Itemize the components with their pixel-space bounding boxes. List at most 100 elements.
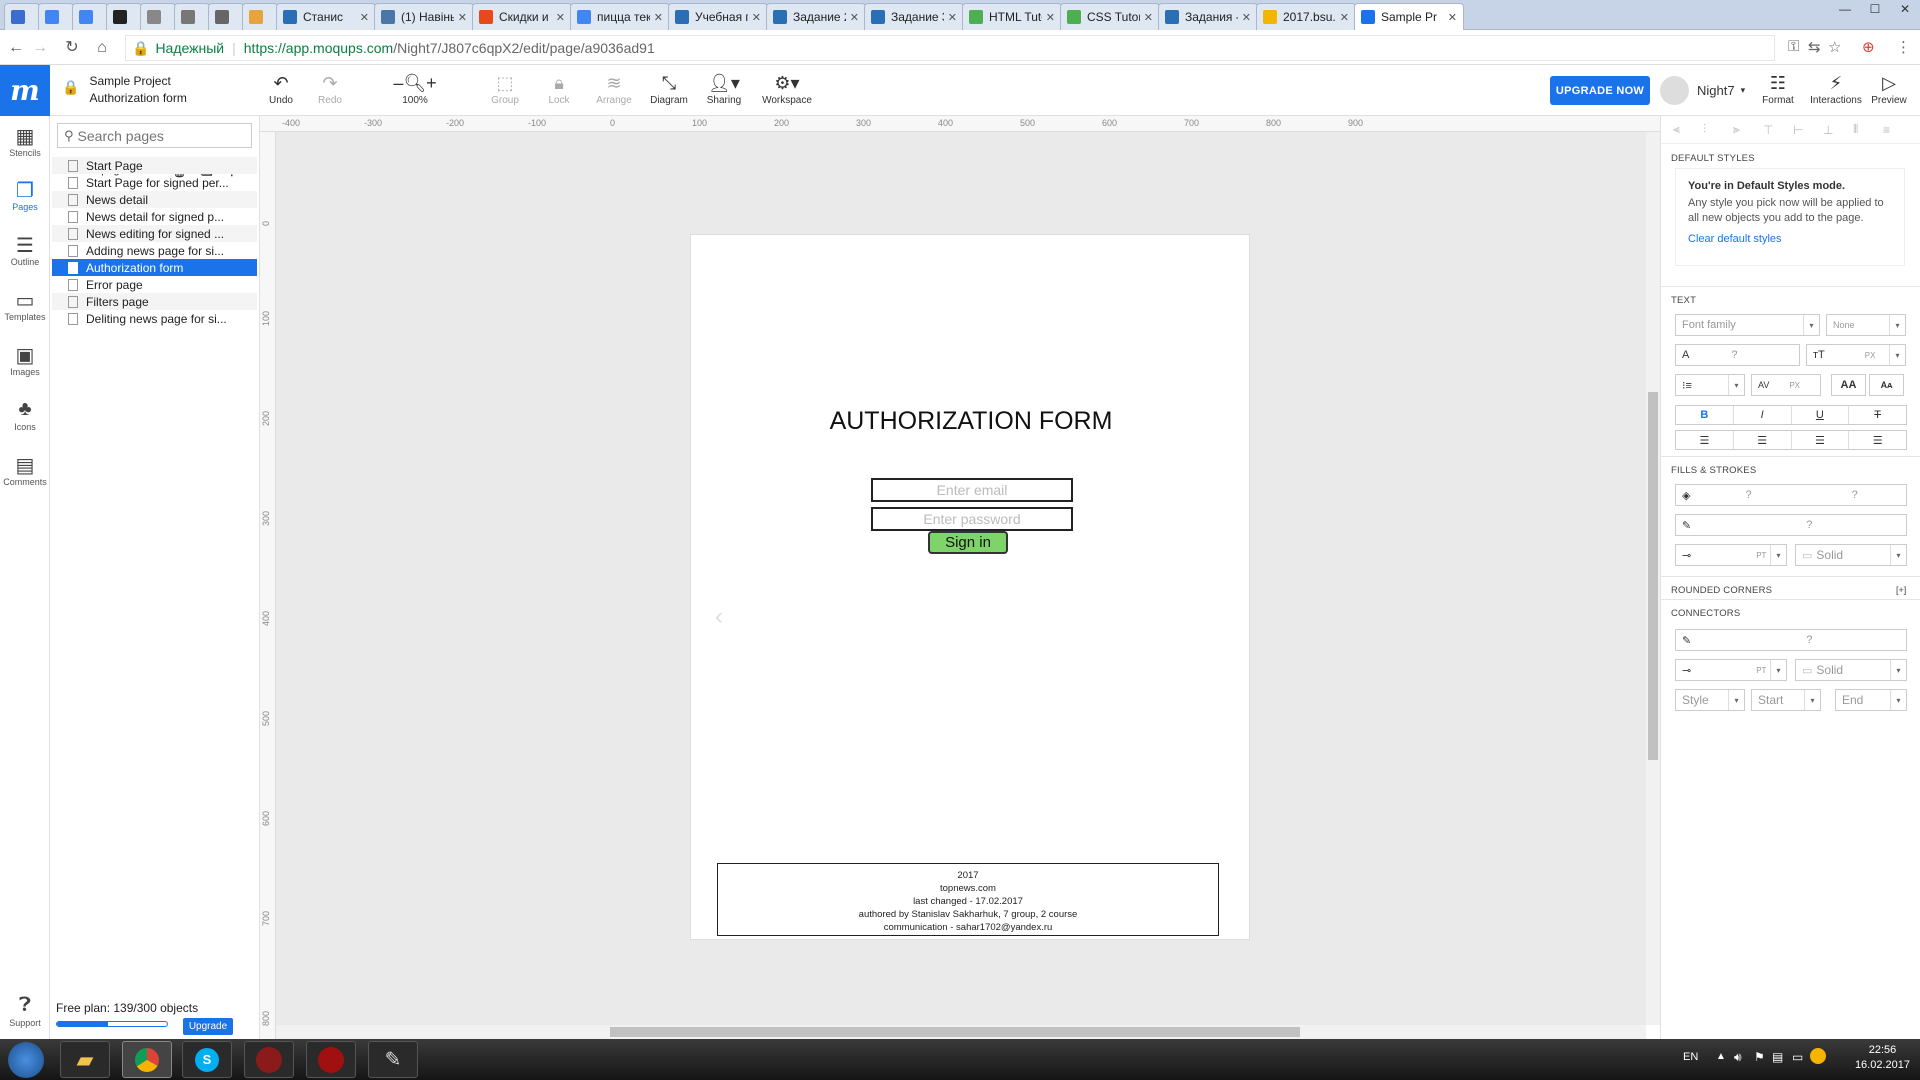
browser-tab[interactable]: (1) Навіны ✕	[374, 3, 474, 30]
tab-close-icon[interactable]: ✕	[654, 11, 663, 24]
tab-close-icon[interactable]: ✕	[1046, 11, 1055, 24]
align-middle-icon[interactable]: ⊢	[1793, 123, 1823, 137]
page-footer[interactable]: 2017 topnews.com last changed - 17.02.20…	[717, 863, 1219, 936]
translate-icon[interactable]: ⇆	[1808, 38, 1821, 56]
browser-tab[interactable]	[208, 3, 244, 30]
redo-button[interactable]: ↷ Redo	[305, 71, 355, 106]
stroke-style-select[interactable]: ▭ Solid ▾	[1795, 544, 1907, 566]
preview-button[interactable]: ▷ Preview	[1864, 71, 1914, 106]
page-list-item[interactable]: News detail for signed p...	[52, 208, 257, 225]
key-icon[interactable]: ⚿	[1788, 38, 1799, 55]
connector-color-input[interactable]: ✎?	[1675, 629, 1907, 651]
lock-button[interactable]: 🔒︎ Lock	[534, 71, 584, 106]
taskbar-gputweak[interactable]	[244, 1041, 294, 1078]
page-list-item[interactable]: Deliting news page for si...	[52, 310, 257, 327]
tab-close-icon[interactable]: ✕	[850, 11, 859, 24]
page-list-item[interactable]: Adding news page for si...	[52, 242, 257, 259]
network-icon[interactable]: ▤	[1772, 1050, 1783, 1064]
clock[interactable]: 22:56 16.02.2017	[1855, 1043, 1910, 1073]
undo-button[interactable]: ↶ Undo	[256, 71, 306, 106]
vertical-scroll-thumb[interactable]	[1648, 392, 1658, 760]
connector-type-select[interactable]: Style ▾	[1675, 689, 1745, 711]
browser-tab[interactable]	[38, 3, 74, 30]
upgrade-button[interactable]: Upgrade	[183, 1018, 233, 1035]
browser-tab[interactable]: 2017.bsu.b ✕	[1256, 3, 1356, 30]
strikethrough-button[interactable]: T	[1849, 406, 1906, 424]
font-family-select[interactable]: Font family ▾	[1675, 314, 1820, 336]
search-pages[interactable]: ⚲	[57, 123, 252, 148]
password-field[interactable]: Enter password	[871, 507, 1073, 531]
canvas[interactable]: AUTHORIZATION FORM Enter email Enter pas…	[276, 132, 1646, 1025]
smallcaps-button[interactable]: Aᴀ	[1869, 374, 1904, 396]
browser-tab[interactable]: Задание 2 ✕	[766, 3, 866, 30]
browser-tab[interactable]	[140, 3, 176, 30]
email-field[interactable]: Enter email	[871, 478, 1073, 502]
taskbar-gpumonitor[interactable]	[306, 1041, 356, 1078]
tab-close-icon[interactable]: ✕	[458, 11, 467, 24]
distribute-h-icon[interactable]: ⦀	[1853, 122, 1883, 137]
close-icon[interactable]: ✕	[1890, 0, 1920, 18]
fill-color-input[interactable]: ◈??	[1675, 484, 1907, 506]
stroke-width-input[interactable]: ⊸ PT ▾	[1675, 544, 1787, 566]
line-height-input[interactable]: ⁝≡ ▾	[1675, 374, 1745, 396]
browser-tab[interactable]: Станис ✕	[276, 3, 376, 30]
tab-close-icon[interactable]: ✕	[1448, 11, 1457, 24]
arrange-button[interactable]: ≋ Arrange	[589, 71, 639, 106]
distribute-v-icon[interactable]: ≡	[1883, 123, 1913, 137]
bookmark-star-icon[interactable]: ☆	[1828, 38, 1841, 56]
tab-close-icon[interactable]: ✕	[1242, 11, 1251, 24]
text-align-justify-icon[interactable]: ☰	[1849, 431, 1906, 449]
letter-spacing-input[interactable]: AV PX	[1751, 374, 1821, 396]
connector-width-input[interactable]: ⊸ PT ▾	[1675, 659, 1787, 681]
align-top-icon[interactable]: ⊤	[1763, 123, 1793, 137]
signin-button[interactable]: Sign in	[928, 531, 1008, 554]
start-button[interactable]	[8, 1042, 44, 1078]
rail-icons[interactable]: ♣ Icons	[0, 398, 50, 432]
taskbar-skype[interactable]: S	[182, 1041, 232, 1078]
browser-tab[interactable]	[72, 3, 108, 30]
browser-tab[interactable]: пицца тек ✕	[570, 3, 670, 30]
zoom-control[interactable]: –🔍︎+ 100%	[390, 71, 440, 106]
artboard[interactable]: AUTHORIZATION FORM Enter email Enter pas…	[690, 234, 1250, 940]
rail-outline[interactable]: ☰ Outline	[0, 233, 50, 267]
rail-stencils[interactable]: ▦ Stencils	[0, 124, 50, 158]
connector-style-select[interactable]: ▭ Solid ▾	[1795, 659, 1907, 681]
rail-comments[interactable]: ▤ Comments	[0, 453, 50, 487]
browser-tab[interactable]	[242, 3, 278, 30]
text-align-center-icon[interactable]: ☰	[1734, 431, 1792, 449]
notification-icon[interactable]	[1810, 1048, 1826, 1064]
tab-close-icon[interactable]: ✕	[1144, 11, 1153, 24]
uppercase-button[interactable]: AA	[1831, 374, 1866, 396]
browser-tab[interactable]	[174, 3, 210, 30]
format-button[interactable]: ☷ Format	[1753, 71, 1803, 106]
align-left-icon[interactable]: ⫷	[1673, 122, 1703, 137]
browser-tab[interactable]: Задание 3 ✕	[864, 3, 964, 30]
rail-pages[interactable]: ❐ Pages	[0, 178, 50, 212]
search-input[interactable]	[77, 127, 243, 144]
interactions-button[interactable]: ⚡︎ Interactions	[1806, 71, 1866, 106]
vertical-scrollbar[interactable]	[1646, 132, 1660, 1025]
italic-button[interactable]: I	[1734, 406, 1792, 424]
browser-tab[interactable]	[106, 3, 142, 30]
underline-button[interactable]: U	[1792, 406, 1850, 424]
back-icon[interactable]: ←	[6, 38, 26, 58]
page-list-item[interactable]: Authorization form	[52, 259, 257, 276]
horizontal-scrollbar[interactable]	[276, 1025, 1646, 1039]
taskbar-explorer[interactable]: ▰	[60, 1041, 110, 1078]
tab-close-icon[interactable]: ✕	[948, 11, 957, 24]
diagram-button[interactable]: ⤡ Diagram	[644, 71, 694, 106]
menu-icon[interactable]: ⋮	[1896, 38, 1911, 56]
taskbar-paint[interactable]: ✎	[368, 1041, 418, 1078]
moqups-logo[interactable]: m	[0, 65, 50, 116]
browser-tab[interactable]: CSS Tutori ✕	[1060, 3, 1160, 30]
tab-close-icon[interactable]: ✕	[1340, 11, 1349, 24]
align-bottom-icon[interactable]: ⊥	[1823, 123, 1853, 137]
rounded-corners-header[interactable]: ROUNDED CORNERS	[1671, 585, 1772, 596]
home-icon[interactable]: ⌂	[92, 38, 112, 58]
taskbar-chrome[interactable]	[122, 1041, 172, 1078]
browser-tab[interactable]: HTML Tuto ✕	[962, 3, 1062, 30]
user-menu[interactable]: Night7 ▾	[1660, 76, 1745, 105]
text-align-left-icon[interactable]: ☰	[1676, 431, 1734, 449]
url-field[interactable]: 🔒 Надежный | https://app.moqups.com/Nigh…	[125, 35, 1775, 61]
browser-tab[interactable]: Sample Pr ✕	[1354, 3, 1464, 30]
